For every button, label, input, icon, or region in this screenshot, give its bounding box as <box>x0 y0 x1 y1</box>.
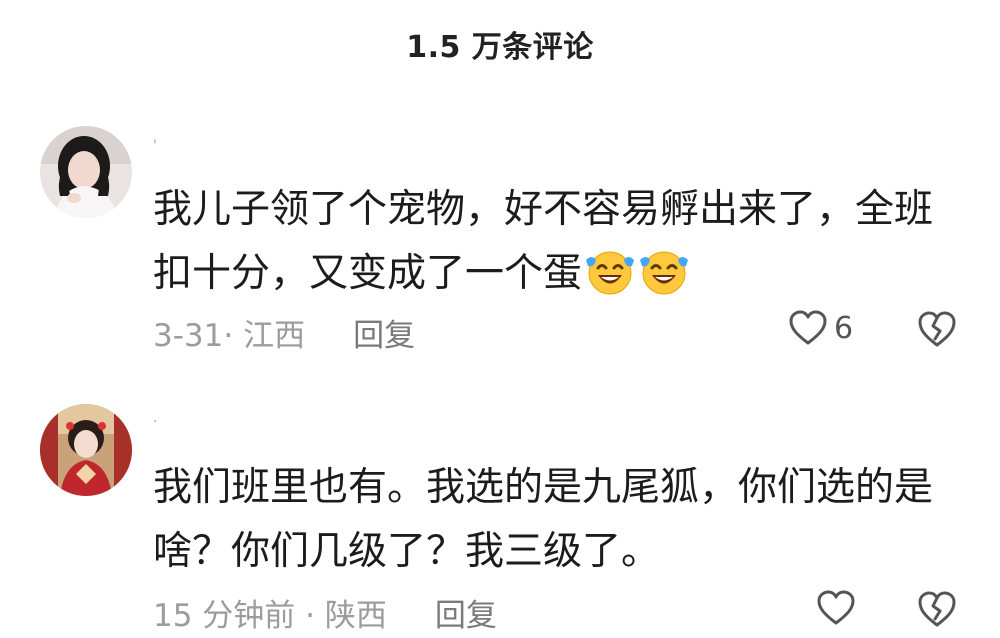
like-count: 6 <box>834 310 854 346</box>
username[interactable]: ' <box>153 138 157 154</box>
reply-button[interactable]: 回复 <box>435 590 497 635</box>
dislike-button[interactable] <box>916 589 958 633</box>
comment-text: 我们班里也有。我选的是九尾狐，你们选的是啥？你们几级了？我三级了。 <box>153 456 953 584</box>
laughing-tears-emoji <box>584 248 636 316</box>
comment-meta: 3-31· 江西 回复 <box>153 310 415 355</box>
comment-meta: 15 分钟前 · 陕西 回复 <box>153 590 497 635</box>
like-button[interactable] <box>816 589 862 627</box>
broken-heart-icon <box>918 311 956 347</box>
comment-text: 我儿子领了个宠物，好不容易孵出来了，全班扣十分，又变成了一个蛋 <box>153 178 953 316</box>
heart-icon <box>789 310 827 345</box>
reply-button[interactable]: 回复 <box>353 310 415 355</box>
avatar[interactable] <box>40 404 132 496</box>
avatar[interactable] <box>40 126 132 218</box>
time-location: 3-31· 江西 <box>153 318 306 354</box>
time-location: 15 分钟前 · 陕西 <box>153 598 387 634</box>
username[interactable]: · <box>153 414 157 430</box>
laughing-tears-emoji <box>638 248 690 316</box>
dislike-button[interactable] <box>916 309 958 353</box>
heart-icon <box>817 590 855 625</box>
comment-count-title: 1.5 万条评论 <box>406 30 594 65</box>
comment-body: 我儿子领了个宠物，好不容易孵出来了，全班扣十分，又变成了一个蛋 <box>153 187 934 296</box>
like-button[interactable]: 6 <box>788 309 853 347</box>
broken-heart-icon <box>918 591 956 627</box>
comment-body: 我们班里也有。我选的是九尾狐，你们选的是啥？你们几级了？我三级了。 <box>153 465 934 574</box>
